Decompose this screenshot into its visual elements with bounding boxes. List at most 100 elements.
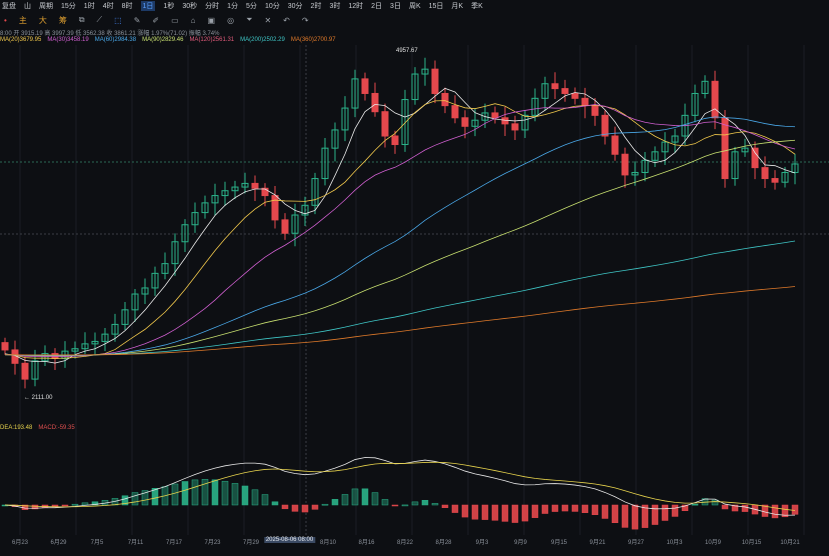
interval-12[interactable]: 2时 [311, 1, 322, 11]
interval-1[interactable]: 1时 [84, 1, 95, 11]
macd-bar [61, 504, 69, 507]
candle [611, 135, 619, 155]
interval-10[interactable]: 10分 [265, 1, 280, 11]
interval-8[interactable]: 1分 [227, 1, 238, 11]
record-icon[interactable]: • [4, 16, 7, 25]
interval-2[interactable]: 4时 [103, 1, 114, 11]
interval-3[interactable]: 8时 [122, 1, 133, 11]
interval-16[interactable]: 3日 [390, 1, 401, 11]
macd-bar [721, 504, 729, 510]
undo-icon[interactable]: ↶ [283, 16, 290, 25]
interval-11[interactable]: 30分 [288, 1, 303, 11]
macd-bar [441, 504, 449, 508]
interval-14[interactable]: 12时 [348, 1, 363, 11]
macd-bar [331, 499, 339, 506]
x-label: 9月21 [589, 540, 606, 546]
macd-bar [691, 503, 699, 506]
x-label: 9月9 [514, 540, 527, 546]
macd-bar [411, 501, 419, 506]
period-dropdown[interactable]: 周期 [39, 1, 53, 11]
x-label: 10月9 [704, 540, 722, 546]
macd-bar [361, 488, 369, 506]
macd-bar [81, 502, 89, 506]
high-price-label: 4957.67 [396, 48, 418, 54]
replay-button[interactable]: 复盘 [2, 1, 16, 11]
macd-bar [171, 483, 179, 506]
delete-icon[interactable]: ✕ [264, 16, 271, 25]
interval-13[interactable]: 3时 [329, 1, 340, 11]
candle [281, 219, 289, 234]
brush-icon[interactable]: ✐ [152, 16, 159, 25]
macd-bar [611, 504, 619, 524]
macd-bar [491, 504, 499, 521]
interval-19[interactable]: 月K [451, 1, 463, 11]
filter-icon[interactable]: ⏷ [246, 15, 252, 25]
eye-icon[interactable]: ◎ [227, 16, 234, 25]
ohlc-info: 8:00 开 3915.19 高 3997.39 低 3562.38 收 386… [0, 31, 220, 37]
macd-bar [241, 485, 249, 506]
interval-7[interactable]: 分时 [205, 1, 219, 11]
select-icon[interactable]: ⬚ [114, 16, 122, 25]
candle [451, 105, 459, 119]
macd-bar [531, 504, 539, 518]
macd-bar [661, 504, 669, 521]
screenshot-icon[interactable]: ▣ [208, 16, 216, 25]
macd-bar [481, 504, 489, 520]
pen-icon[interactable]: ✎ [134, 16, 141, 25]
ma-item: MA(30)3458.19 [47, 37, 89, 43]
macdinfo-item: MACD:-59.35 [38, 425, 75, 431]
lock-icon[interactable]: ⌂ [191, 16, 196, 25]
macd-bar [291, 504, 299, 512]
candle [371, 92, 379, 113]
ma-item: MA(60)2984.38 [94, 37, 137, 43]
candle [601, 114, 609, 137]
macd-legend: DEA:193.48 MACD:-59.35 [0, 425, 75, 431]
macd-bar [401, 504, 409, 507]
tool-main[interactable]: 主 [19, 15, 27, 26]
indicator-icon[interactable]: ⧉ [79, 15, 85, 25]
macd-bar [511, 504, 519, 523]
macd-bar [261, 494, 269, 506]
macd-bar [571, 504, 579, 512]
macd-bar [431, 503, 439, 506]
macd-bar [371, 492, 379, 506]
macd-bar [501, 504, 509, 522]
interval-18[interactable]: 15日 [429, 1, 444, 11]
candle [381, 111, 389, 137]
interval-0[interactable]: 15分 [61, 1, 76, 11]
ma-item: MA(120)2561.31 [189, 37, 235, 43]
interval-9[interactable]: 5分 [246, 1, 257, 11]
macd-bar [421, 500, 429, 506]
interval-5[interactable]: 1秒 [163, 1, 174, 11]
measure-icon[interactable]: ▭ [171, 16, 179, 25]
tool-big[interactable]: 大 [39, 15, 47, 26]
x-label: 7月11 [127, 540, 144, 546]
macd-bar [251, 489, 259, 506]
candlestick-chart[interactable]: 4957.67 ← 2111.00 [0, 0, 829, 556]
macd-bar [341, 494, 349, 506]
interval-20[interactable]: 季K [471, 1, 483, 11]
macd-bar [281, 504, 289, 510]
tool-chips[interactable]: 筹 [59, 15, 67, 26]
macd-bar [561, 504, 569, 512]
chart-type-dropdown[interactable]: 山 [24, 1, 31, 11]
ma-item: MA(20)3679.95 [0, 37, 42, 43]
macd-bar [471, 504, 479, 520]
ma200-line [4, 286, 796, 356]
macd-bar [391, 504, 399, 507]
x-label: 10月21 [780, 540, 800, 546]
interval-4[interactable]: 1日 [140, 1, 156, 11]
interval-17[interactable]: 周K [409, 1, 421, 11]
interval-6[interactable]: 30秒 [182, 1, 197, 11]
interval-15[interactable]: 2日 [371, 1, 382, 11]
line-tool-icon[interactable]: ⟋ [97, 15, 103, 25]
candle [591, 105, 599, 116]
macd-bar [301, 504, 309, 513]
macd-bar [351, 488, 359, 506]
macd-bar [741, 504, 749, 512]
macd-bar [541, 504, 549, 514]
redo-icon[interactable]: ↷ [302, 16, 309, 25]
macd-bar [651, 504, 659, 525]
macd-bar [381, 499, 389, 506]
candle [711, 80, 719, 119]
